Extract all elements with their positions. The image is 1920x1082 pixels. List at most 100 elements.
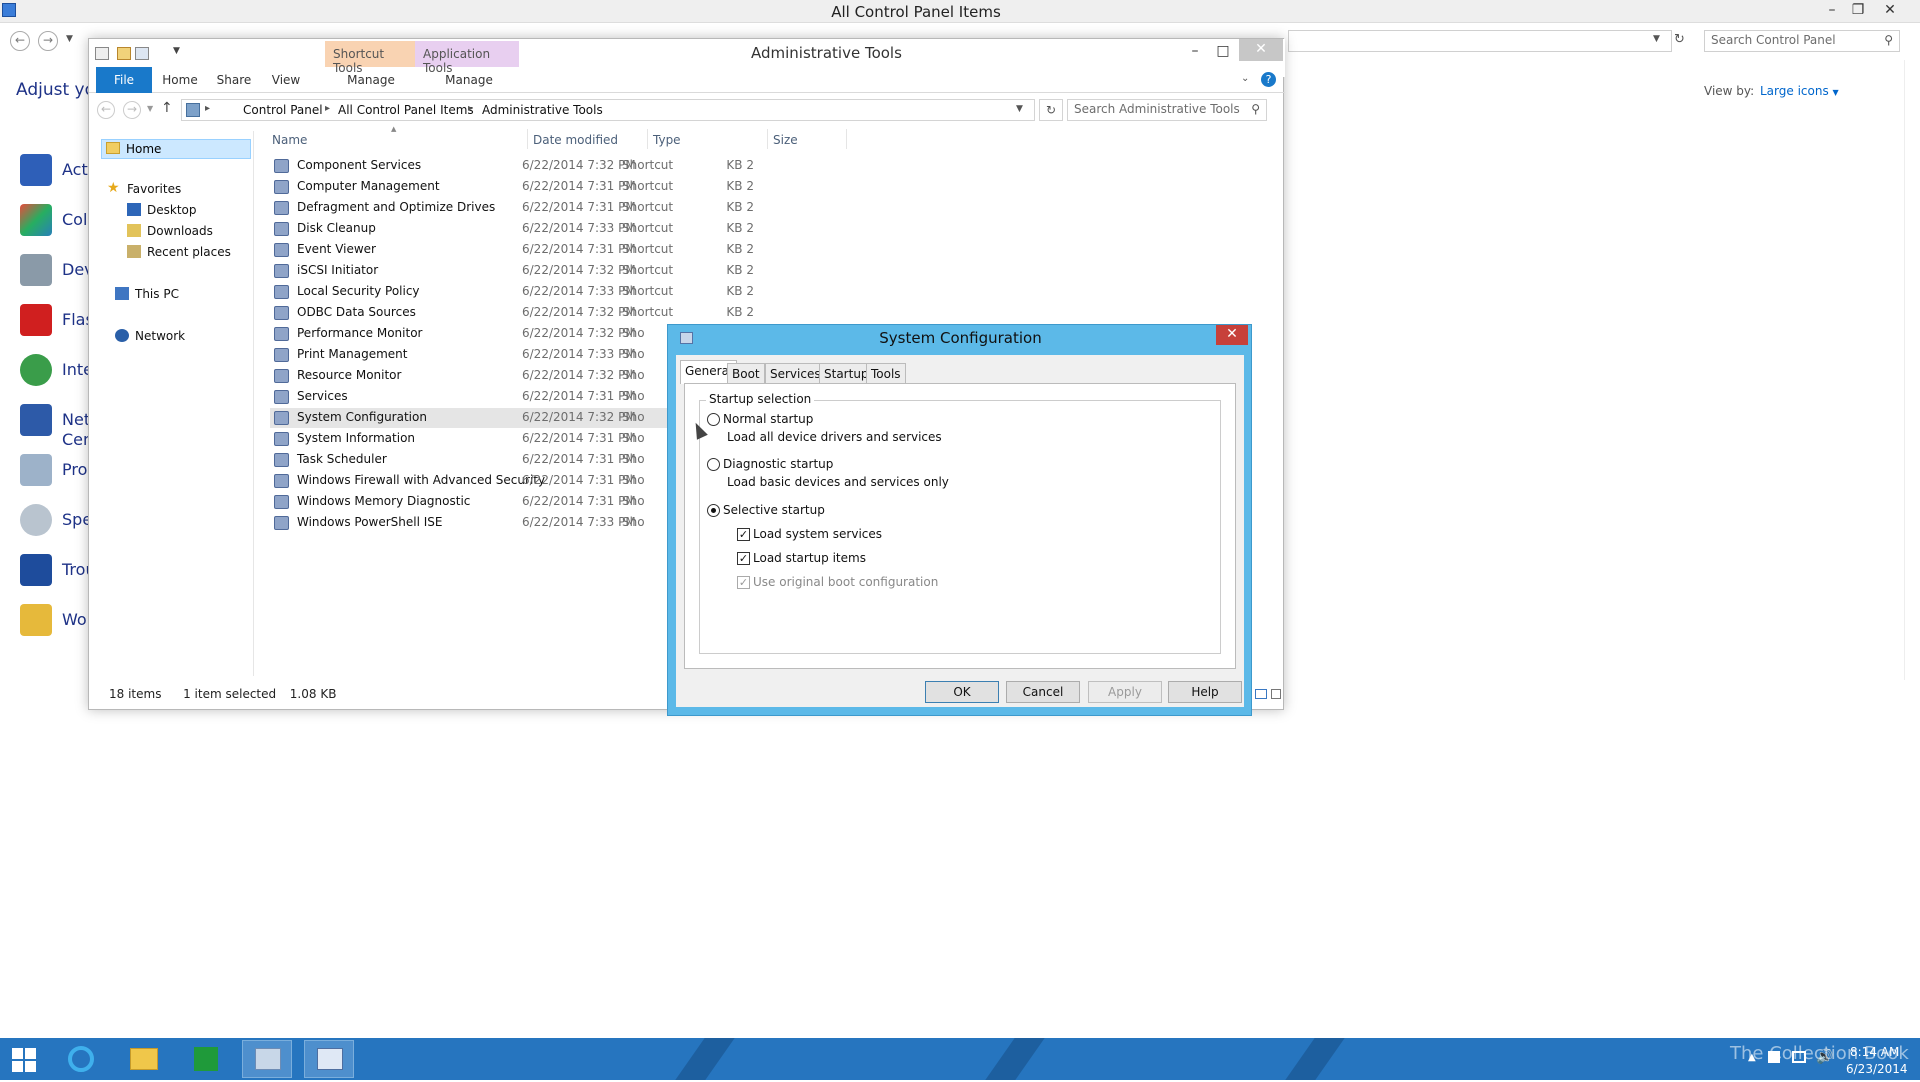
column-divider[interactable] <box>767 129 768 149</box>
cp-item-action-center[interactable]: Acti <box>20 152 92 188</box>
explorer-back-button[interactable]: ← <box>97 101 115 119</box>
table-row[interactable]: Resource Monitor 6/22/2014 7:32 PM Sho <box>270 366 710 386</box>
diagnostic-startup-label[interactable]: Diagnostic startup <box>723 457 833 471</box>
column-header-date[interactable]: Date modified <box>533 133 618 147</box>
file-explorer-icon[interactable] <box>118 1040 168 1078</box>
control-panel-icon[interactable] <box>242 1040 292 1078</box>
diagnostic-startup-radio[interactable] <box>707 458 720 471</box>
nav-item-network[interactable]: Network <box>115 328 245 346</box>
back-button[interactable]: ← <box>10 31 30 51</box>
details-view-icon[interactable] <box>1255 689 1267 699</box>
help-icon[interactable]: ? <box>1261 72 1276 87</box>
column-header-type[interactable]: Type <box>653 133 681 147</box>
address-dropdown-icon[interactable]: ▼ <box>1653 34 1660 44</box>
table-row[interactable]: ODBC Data Sources 6/22/2014 7:32 PM Shortc… <box>270 303 754 323</box>
breadcrumb-all-items[interactable]: All Control Panel Items <box>338 103 474 117</box>
nav-item-home[interactable]: Home <box>101 139 251 159</box>
table-row[interactable]: Local Security Policy 6/22/2014 7:33 PM Sh… <box>270 282 754 302</box>
tab-file[interactable]: File <box>96 67 152 93</box>
explorer-maximize-button[interactable]: □ <box>1209 41 1237 63</box>
nav-item-recent[interactable]: Recent places <box>127 244 247 262</box>
column-header-name[interactable]: Name <box>272 133 307 147</box>
ok-button[interactable]: OK <box>925 681 999 703</box>
control-panel-address-bar[interactable]: ▼ <box>1288 30 1672 52</box>
control-panel-scrollbar[interactable] <box>1904 60 1905 680</box>
cp-item-programs[interactable]: Pro <box>20 452 90 488</box>
column-divider[interactable] <box>647 129 648 149</box>
breadcrumb-control-panel[interactable]: Control Panel <box>243 103 323 117</box>
column-divider[interactable] <box>846 129 847 149</box>
recent-locations-icon[interactable]: ▼ <box>147 104 153 113</box>
expand-ribbon-icon[interactable]: ⌄ <box>1241 73 1249 84</box>
view-by-dropdown[interactable]: Large icons ▼ <box>1760 84 1839 98</box>
breadcrumb-admin-tools[interactable]: Administrative Tools <box>482 103 603 117</box>
tray-clock-time[interactable]: 8:14 AM <box>1850 1045 1899 1059</box>
address-dropdown-icon[interactable]: ▼ <box>1016 104 1023 114</box>
selective-startup-label[interactable]: Selective startup <box>723 503 825 517</box>
tray-clock-date[interactable]: 6/23/2014 <box>1846 1062 1908 1076</box>
new-folder-icon[interactable] <box>117 47 131 60</box>
table-row[interactable]: Computer Management 6/22/2014 7:31 PM Shor… <box>270 177 754 197</box>
tab-boot[interactable]: Boot <box>727 363 765 383</box>
table-row[interactable]: Task Scheduler 6/22/2014 7:31 PM Sho <box>270 450 710 470</box>
explorer-close-button[interactable]: ✕ <box>1239 39 1283 61</box>
nav-item-this-pc[interactable]: This PC <box>115 286 245 304</box>
internet-explorer-icon[interactable] <box>56 1040 106 1078</box>
restore-button[interactable]: ❐ <box>1844 0 1872 22</box>
tab-services[interactable]: Services <box>765 363 826 383</box>
load-startup-items-checkbox[interactable]: ✓ <box>737 552 750 565</box>
customize-toolbar-icon[interactable]: ▼ <box>173 46 180 56</box>
help-button[interactable]: Help <box>1168 681 1242 703</box>
table-row[interactable]: System Configuration 6/22/2014 7:32 PM Sho <box>270 408 710 428</box>
selective-startup-radio[interactable] <box>707 504 720 517</box>
nav-item-desktop[interactable]: Desktop <box>127 202 247 220</box>
forward-button[interactable]: → <box>38 31 58 51</box>
refresh-button[interactable]: ↻ <box>1039 99 1063 121</box>
explorer-search-input[interactable]: Search Administrative Tools ⚲ <box>1067 99 1267 121</box>
close-button[interactable]: ✕ <box>1876 0 1904 22</box>
table-row[interactable]: System Information 6/22/2014 7:31 PM Sho <box>270 429 710 449</box>
nav-item-downloads[interactable]: Downloads <box>127 223 247 241</box>
table-row[interactable]: Windows Firewall with Advanced Security 6… <box>270 471 710 491</box>
cp-item-devices[interactable]: Dev <box>20 252 94 288</box>
column-header-size[interactable]: Size <box>773 133 798 147</box>
tab-home[interactable]: Home <box>155 67 205 93</box>
cp-item-flash[interactable]: Flas <box>20 302 94 338</box>
refresh-icon[interactable]: ↻ <box>1674 32 1685 47</box>
recent-pages-icon[interactable]: ▼ <box>66 34 73 44</box>
large-icons-view-icon[interactable] <box>1271 689 1281 699</box>
control-panel-titlebar[interactable]: All Control Panel Items – ❐ ✕ <box>0 0 1920 23</box>
table-row[interactable]: Windows Memory Diagnostic 6/22/2014 7:31 … <box>270 492 710 512</box>
tab-view[interactable]: View <box>263 67 309 93</box>
explorer-forward-button[interactable]: → <box>123 101 141 119</box>
table-row[interactable]: Disk Cleanup 6/22/2014 7:33 PM Shortcut 2 K… <box>270 219 754 239</box>
control-panel-search-input[interactable]: Search Control Panel ⚲ <box>1704 30 1900 52</box>
tab-tools[interactable]: Tools <box>866 363 906 383</box>
table-row[interactable]: Windows PowerShell ISE 6/22/2014 7:33 PM S… <box>270 513 710 533</box>
table-row[interactable]: Print Management 6/22/2014 7:33 PM Sho <box>270 345 710 365</box>
cp-item-network[interactable]: Net Cen <box>20 402 93 450</box>
search-icon[interactable]: ⚲ <box>1251 102 1260 116</box>
properties-icon[interactable] <box>95 47 109 60</box>
column-divider[interactable] <box>527 129 528 149</box>
minimize-button[interactable]: – <box>1818 0 1846 22</box>
tab-manage-application[interactable]: Manage <box>417 67 521 93</box>
cp-item-work-folders[interactable]: Wo <box>20 602 90 638</box>
store-icon[interactable] <box>180 1040 230 1078</box>
normal-startup-label[interactable]: Normal startup <box>723 412 813 426</box>
cancel-button[interactable]: Cancel <box>1006 681 1080 703</box>
up-arrow-icon[interactable]: ↑ <box>161 100 173 116</box>
cp-item-speech[interactable]: Spe <box>20 502 92 538</box>
properties-toolbar-icon[interactable] <box>135 47 149 60</box>
cp-item-troubleshooting[interactable]: Trou <box>20 552 96 588</box>
normal-startup-radio[interactable] <box>707 413 720 426</box>
nav-item-favorites[interactable]: ★ Favorites <box>107 181 247 199</box>
cp-item-color[interactable]: Colo <box>20 202 97 238</box>
table-row[interactable]: Component Services 6/22/2014 7:32 PM Short… <box>270 156 754 176</box>
tab-share[interactable]: Share <box>209 67 259 93</box>
load-startup-items-label[interactable]: Load startup items <box>753 551 866 565</box>
table-row[interactable]: Services 6/22/2014 7:31 PM Sho <box>270 387 710 407</box>
system-configuration-icon[interactable] <box>304 1040 354 1078</box>
load-system-services-label[interactable]: Load system services <box>753 527 882 541</box>
tab-manage-shortcut[interactable]: Manage <box>325 67 417 93</box>
